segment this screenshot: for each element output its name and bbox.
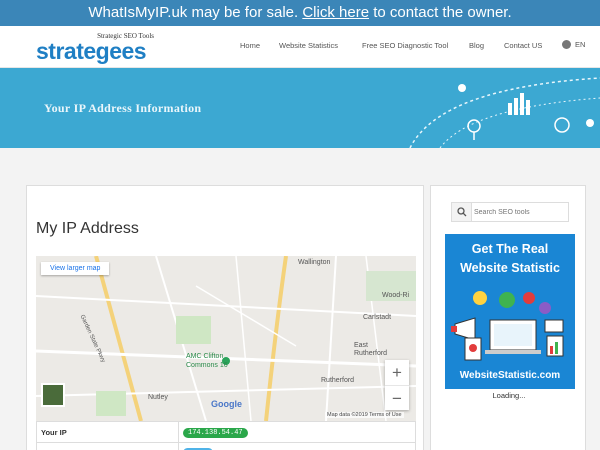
loading-text: Loading... bbox=[492, 391, 526, 400]
nav-contact-us[interactable]: Contact US bbox=[504, 41, 542, 50]
nav-website-statistics[interactable]: Website Statistics bbox=[279, 41, 338, 50]
page-banner: Your IP Address Information bbox=[0, 68, 600, 148]
search-icon bbox=[457, 207, 467, 217]
site-logo[interactable]: Strategic SEO Tools strategees bbox=[36, 32, 158, 64]
ad-headline-1: Get The Real bbox=[471, 242, 549, 256]
globe-icon bbox=[562, 40, 571, 49]
language-label: EN bbox=[575, 40, 586, 49]
logo-wordmark: strategees bbox=[36, 38, 147, 64]
ip-address-badge: 174.138.54.47 bbox=[183, 427, 248, 438]
map-label-wood-ridge: Wood-Ri bbox=[382, 292, 410, 299]
table-row bbox=[36, 442, 416, 450]
sale-notice-bar: WhatIsMyIP.uk may be for sale. Click her… bbox=[0, 0, 600, 26]
table-row: Your IP 174.138.54.47 bbox=[36, 421, 416, 443]
search-button[interactable] bbox=[452, 203, 472, 221]
map-footer: Map data ©2019 Terms of Use bbox=[325, 412, 404, 418]
banner-title: Your IP Address Information bbox=[44, 101, 202, 115]
tool-search bbox=[451, 202, 569, 222]
ip-info-card: My IP Address View larger map Wallington… bbox=[26, 185, 424, 450]
sidebar: Get The Real Website Statistic WebsiteSt… bbox=[430, 185, 586, 450]
site-header: Strategic SEO Tools strategees Home Webs… bbox=[0, 26, 600, 68]
page-title: My IP Address bbox=[36, 220, 139, 237]
language-selector[interactable]: EN bbox=[562, 40, 585, 49]
map-label-nutley: Nutley bbox=[148, 394, 168, 401]
ad-footer-url: WebsiteStatistic.com bbox=[459, 370, 561, 381]
ip-details-table: Your IP 174.138.54.47 bbox=[36, 421, 416, 450]
row-label bbox=[36, 442, 179, 450]
google-logo: Google bbox=[211, 399, 242, 409]
zoom-in-button[interactable]: + bbox=[385, 360, 409, 385]
row-value-cell bbox=[178, 442, 416, 450]
map-label-east-rutherford: East Rutherford bbox=[354, 342, 388, 357]
location-map[interactable]: View larger map Wallington Wood-Ri Carls… bbox=[36, 256, 416, 421]
ad-headline-2: Website Statistic bbox=[460, 261, 560, 275]
map-label-carlstadt: Carlstadt bbox=[363, 314, 392, 321]
zoom-out-button[interactable]: − bbox=[385, 385, 409, 410]
map-poi-label: AMC Clifton Commons 16 bbox=[186, 353, 228, 369]
notice-suffix: to contact the owner. bbox=[369, 4, 512, 21]
notice-prefix: WhatIsMyIP.uk may be for sale. bbox=[88, 4, 303, 21]
row-value-cell: 174.138.54.47 bbox=[178, 421, 416, 443]
nav-free-seo-diagnostic-tool[interactable]: Free SEO Diagnostic Tool bbox=[362, 41, 448, 50]
zoom-controls: + − bbox=[385, 360, 409, 410]
website-statistic-ad[interactable]: Get The Real Website Statistic WebsiteSt… bbox=[445, 234, 575, 389]
ad-illustration bbox=[451, 291, 564, 361]
nav-home[interactable]: Home bbox=[240, 41, 260, 50]
notice-contact-link[interactable]: Click here bbox=[302, 4, 369, 21]
satellite-toggle[interactable] bbox=[41, 383, 65, 407]
view-larger-map-link[interactable]: View larger map bbox=[41, 262, 110, 275]
map-label-wallington: Wallington bbox=[298, 259, 331, 266]
map-label-rutherford: Rutherford bbox=[321, 377, 355, 384]
search-input[interactable] bbox=[474, 204, 566, 220]
row-label: Your IP bbox=[36, 421, 179, 443]
nav-blog[interactable]: Blog bbox=[469, 41, 484, 50]
